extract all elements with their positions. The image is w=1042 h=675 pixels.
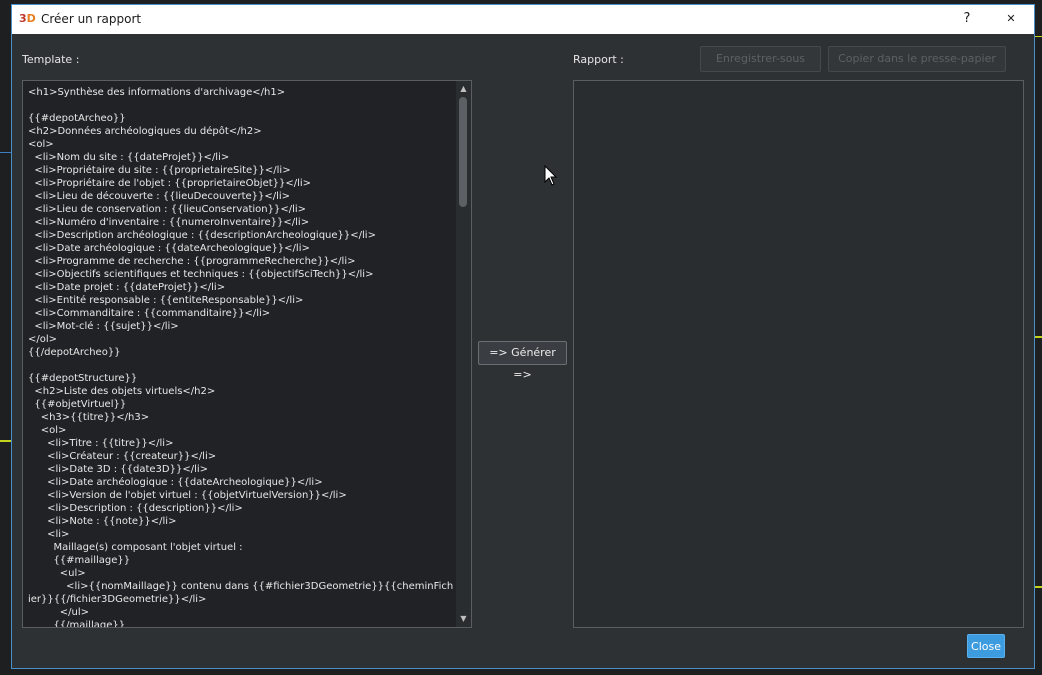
title-bar: 3D Créer un rapport ? ✕ <box>12 5 1034 34</box>
scroll-down-arrow-icon[interactable]: ▼ <box>456 613 471 625</box>
scroll-up-arrow-icon[interactable]: ▲ <box>456 83 471 95</box>
template-text[interactable]: <h1>Synthèse des informations d'archivag… <box>28 86 454 627</box>
create-report-dialog: 3D Créer un rapport ? ✕ Template : Rappo… <box>11 4 1035 669</box>
background-line <box>0 152 11 153</box>
app-3d-icon: 3D <box>19 12 36 25</box>
template-scrollbar[interactable]: ▲ ▼ <box>456 81 471 627</box>
template-label: Template : <box>22 53 80 66</box>
mouse-cursor-icon <box>544 165 558 186</box>
dialog-title: Créer un rapport <box>41 12 142 26</box>
background-line <box>1035 336 1042 338</box>
save-as-button[interactable]: Enregistrer-sous <box>700 46 821 72</box>
close-button[interactable]: Close <box>967 634 1005 658</box>
close-window-icon[interactable]: ✕ <box>1000 9 1022 29</box>
report-output[interactable] <box>573 80 1024 628</box>
copy-to-clipboard-button[interactable]: Copier dans le presse-papier <box>828 46 1006 72</box>
report-label: Rapport : <box>573 53 624 66</box>
scroll-thumb[interactable] <box>459 97 467 207</box>
background-line <box>0 440 11 442</box>
generate-button[interactable]: => Générer => <box>478 341 567 381</box>
template-editor[interactable]: <h1>Synthèse des informations d'archivag… <box>22 80 472 628</box>
background-line <box>1035 586 1042 588</box>
background-line <box>1035 36 1042 37</box>
help-button[interactable]: ? <box>957 9 977 29</box>
